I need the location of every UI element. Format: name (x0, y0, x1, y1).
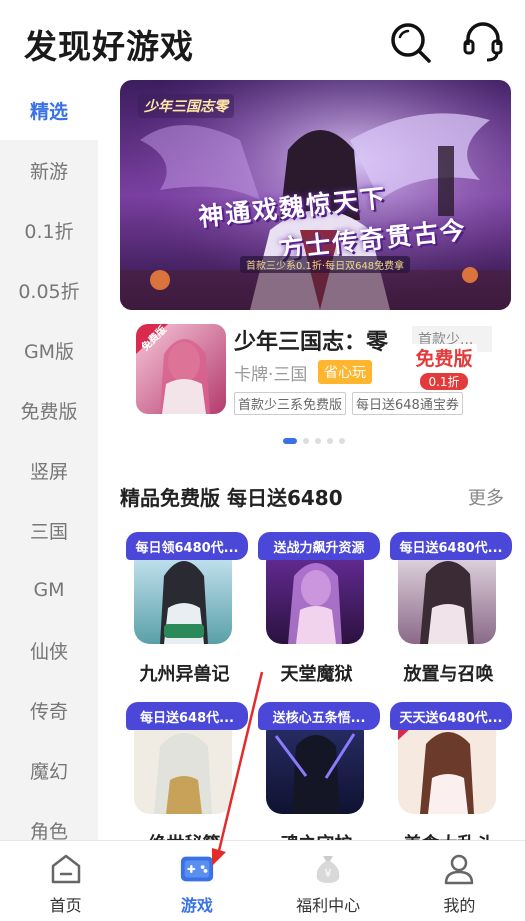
game-name: 放置与召唤 (403, 664, 494, 685)
free-version-seal: 免费版 0.1折 (396, 344, 492, 400)
game-name: 美食大乱斗 (386, 830, 511, 840)
user-icon (441, 851, 477, 887)
sidebar-item-gm[interactable]: GM (0, 560, 98, 620)
game-icon (134, 546, 232, 644)
nav-home-label: 首页 (49, 896, 82, 915)
nav-games-label: 游戏 (180, 896, 213, 915)
sidebar-item-free-version[interactable]: 免费版 (0, 380, 98, 440)
carousel-dot[interactable] (327, 438, 333, 444)
sidebar-item-0.05-discount[interactable]: 0.05折 (0, 260, 98, 320)
game-name: 魂之守护 (254, 830, 379, 840)
money-bag-icon: ¥ (310, 851, 346, 887)
sidebar-item-new[interactable]: 新游 (0, 140, 98, 200)
nav-welfare[interactable]: ¥ 福利中心 (263, 841, 394, 921)
featured-tag: 首款少三系免费版 (234, 392, 347, 415)
carousel-dot[interactable] (315, 438, 321, 444)
carousel-dot[interactable] (283, 438, 297, 444)
page-title: 发现好游戏 (24, 27, 194, 66)
section-more-link[interactable]: 更多 (468, 484, 504, 510)
top-header: 发现好游戏 (0, 0, 525, 80)
svg-text:¥: ¥ (325, 867, 332, 880)
featured-badge: 省心玩 (318, 360, 372, 384)
carousel-dot[interactable] (339, 438, 345, 444)
sidebar-item-fantasy[interactable]: 魔幻 (0, 740, 98, 800)
nav-welfare-label: 福利中心 (296, 896, 361, 915)
game-promo-tag: 送战力飙升资源 (258, 532, 380, 560)
free-seal-sub: 0.1折 (420, 373, 468, 390)
headset-icon[interactable] (458, 17, 508, 67)
game-icon (134, 716, 232, 814)
game-icon (266, 716, 364, 814)
nav-home[interactable]: 首页 (0, 841, 131, 921)
bottom-nav: 首页 游戏 ¥ 福利中心 我的 (0, 840, 525, 921)
game-promo-tag: 天天送6480代... (390, 702, 512, 730)
sidebar-item-gm-version[interactable]: GM版 (0, 320, 98, 380)
promo-banner[interactable]: 少年三国志零 神通戏魏惊天下 方士传奇贯古今 首款三少系0.1折·每日双648免… (120, 80, 511, 310)
free-seal-main: 免费版 (411, 344, 477, 371)
game-icon (266, 546, 364, 644)
sidebar-item-portrait[interactable]: 竖屏 (0, 440, 98, 500)
nav-games[interactable]: 游戏 (131, 841, 262, 921)
banner-subline: 首款三少系0.1折·每日双648免费拿 (240, 256, 411, 273)
gamepad-icon (179, 851, 215, 887)
sidebar-item-rpg[interactable]: 角色 (0, 800, 98, 841)
sidebar-item-xianxia[interactable]: 仙侠 (0, 620, 98, 680)
featured-game-category: 卡牌·三国 (234, 365, 308, 385)
game-icon (398, 716, 496, 814)
game-promo-tag: 送核心五条悟... (258, 702, 380, 730)
banner-game-logo: 少年三国志零 (138, 94, 234, 118)
game-promo-tag: 每日领6480代... (126, 532, 248, 560)
search-icon[interactable] (385, 17, 435, 67)
sidebar-item-legend[interactable]: 传奇 (0, 680, 98, 740)
carousel-indicator (283, 438, 345, 444)
game-name: 天堂魔狱 (280, 664, 353, 685)
game-name: 九州异兽记 (139, 664, 230, 685)
sidebar-item-featured[interactable]: 精选 (0, 80, 98, 140)
game-promo-tag: 每日送6480代... (390, 532, 512, 560)
sidebar-item-three-kingdoms[interactable]: 三国 (0, 500, 98, 560)
main-content: 少年三国志零 神通戏魏惊天下 方士传奇贯古今 首款三少系0.1折·每日双648免… (98, 80, 525, 840)
nav-profile[interactable]: 我的 (394, 841, 525, 921)
sidebar-item-0.1-discount[interactable]: 0.1折 (0, 200, 98, 260)
featured-game-icon: 免费版 (136, 324, 226, 414)
section-title: 精品免费版 每日送6480 (120, 486, 343, 510)
game-icon (398, 546, 496, 644)
home-icon (48, 851, 84, 887)
game-name: 绝世秘籍 (122, 830, 247, 840)
category-sidebar: 精选 新游 0.1折 0.05折 GM版 免费版 竖屏 三国 GM 仙侠 传奇 … (0, 80, 98, 840)
featured-game-name: 少年三国志：零 (234, 330, 389, 355)
nav-profile-label: 我的 (443, 896, 476, 915)
carousel-dot[interactable] (303, 438, 309, 444)
featured-game-card[interactable]: 免费版 少年三国志：零 首款少... 卡牌·三国 省心玩 首款少三系免费版 每日… (120, 320, 511, 420)
game-promo-tag: 每日送648代... (126, 702, 248, 730)
